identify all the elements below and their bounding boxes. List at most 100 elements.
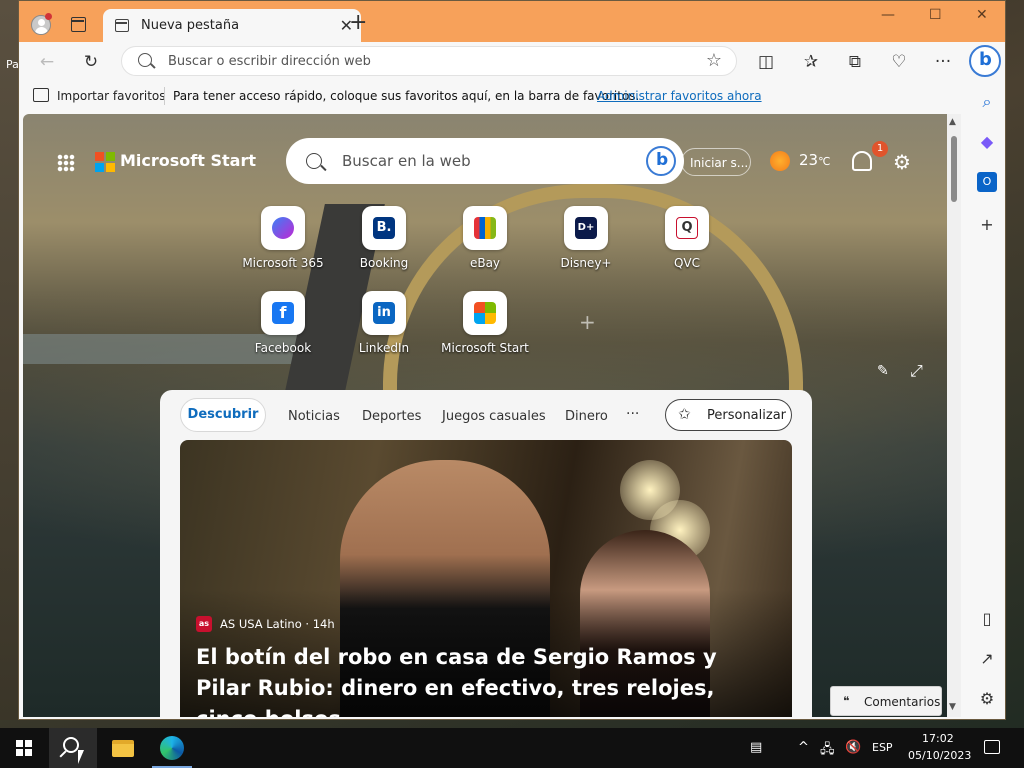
booking-icon: B. (373, 217, 395, 239)
sparkle-star-icon: ✩ (678, 405, 691, 423)
add-icon[interactable]: + (977, 215, 997, 235)
facebook-icon: f (272, 302, 294, 324)
web-search-input[interactable]: Buscar en la web (342, 152, 471, 170)
browser-essentials-icon[interactable]: ♡ (887, 50, 911, 74)
tab-new-tab[interactable]: Nueva pestaña ✕ (103, 9, 361, 42)
quick-link-label: Microsoft Start (441, 341, 529, 355)
microsoft-logo-icon (474, 302, 496, 324)
favorites-bar: Importar favoritos Para tener acceso ráp… (19, 82, 1005, 110)
refresh-icon[interactable]: ↻ (79, 50, 103, 74)
feed-tab-dinero[interactable]: Dinero (565, 409, 608, 424)
start-button-icon[interactable] (16, 740, 32, 756)
taskbar-search-button[interactable] (49, 728, 97, 768)
article-headline[interactable]: El botín del robo en casa de Sergio Ramo… (196, 642, 776, 717)
linkedin-icon: in (373, 302, 395, 324)
volume-muted-icon[interactable]: 🔇 (845, 740, 861, 755)
edge-sidebar: ⌕ ◆ O + ▯ ↗ ⚙ (967, 82, 1005, 719)
add-favorite-icon[interactable]: ☆ (706, 50, 722, 71)
mouse-cursor-icon (78, 750, 84, 764)
copilot-icon[interactable]: ◆ (977, 132, 997, 152)
tab-actions-icon[interactable] (71, 17, 86, 32)
feed-tab-juegos-casuales[interactable]: Juegos casuales (442, 409, 546, 424)
disney-plus-icon: D+ (575, 217, 597, 239)
feed-tab-descubrir[interactable]: Descubrir (180, 398, 266, 432)
scroll-up-arrow-icon[interactable]: ▲ (949, 117, 956, 127)
add-quick-link-icon[interactable]: + (579, 310, 596, 334)
feed-tab-noticias[interactable]: Noticias (288, 409, 340, 424)
weather-temperature[interactable]: 23℃ (799, 151, 830, 169)
quick-link-microsoft-start[interactable]: Microsoft Start (425, 291, 545, 355)
network-icon[interactable]: 🖧 (820, 740, 835, 762)
more-icon[interactable]: ··· (931, 50, 955, 74)
scroll-down-arrow-icon[interactable]: ▼ (949, 702, 956, 712)
ebay-icon (474, 217, 496, 239)
divider (164, 87, 165, 105)
taskbar: ▤ ^ 🖧 🔇 ESP 17:02 05/10/2023 (0, 728, 1024, 768)
close-window-button[interactable]: ✕ (976, 7, 988, 23)
navigation-toolbar: ← ↻ Buscar o escribir dirección web ☆ ◫ … (19, 42, 1005, 82)
more-tabs-icon[interactable]: ··· (626, 406, 639, 422)
clock-date[interactable]: 05/10/2023 (908, 749, 971, 762)
search-icon (63, 737, 79, 753)
scrollbar-thumb[interactable] (951, 136, 957, 202)
page-icon (115, 19, 129, 32)
clock-time[interactable]: 17:02 (922, 732, 954, 745)
microsoft-logo-icon (95, 152, 115, 172)
profile-status-dot (45, 13, 52, 20)
search-icon[interactable]: ⌕ (977, 92, 997, 112)
notifications-bell-icon[interactable] (852, 151, 872, 171)
feedback-button[interactable]: ❝ Comentarios (830, 686, 942, 716)
tab-title: Nueva pestaña (141, 18, 240, 33)
manage-favorites-link[interactable]: Administrar favoritos ahora (597, 89, 762, 103)
featured-article-card[interactable]: as AS USA Latino · 14h El botín del robo… (180, 440, 792, 717)
title-bar: Nueva pestaña ✕ + — ☐ ✕ (19, 1, 1005, 42)
app-launcher-icon[interactable] (57, 154, 75, 172)
expand-icon[interactable]: ⤢ (910, 361, 923, 381)
personalize-label: Personalizar (707, 408, 787, 423)
quick-link-qvc[interactable]: Q QVC (627, 206, 747, 270)
article-source[interactable]: AS USA Latino · 14h (220, 617, 335, 631)
bing-icon[interactable]: b (646, 146, 676, 176)
file-explorer-icon[interactable] (112, 740, 134, 757)
weather-sun-icon[interactable] (770, 151, 790, 171)
address-input[interactable]: Buscar o escribir dirección web (168, 54, 371, 69)
web-search-box[interactable]: Buscar en la web b (286, 138, 684, 184)
microsoft-start-brand[interactable]: Microsoft Start (120, 151, 256, 170)
feed-tab-deportes[interactable]: Deportes (362, 409, 421, 424)
import-icon[interactable] (33, 88, 49, 102)
sidebar-toggle-icon[interactable]: ▯ (977, 609, 997, 629)
collections-icon[interactable]: ⧉ (843, 50, 867, 74)
bing-chat-icon[interactable]: b (969, 45, 1001, 77)
feedback-icon: ❝ (843, 694, 850, 708)
browser-window: Nueva pestaña ✕ + — ☐ ✕ ← ↻ Buscar o esc… (18, 0, 1006, 720)
feedback-label: Comentarios (864, 695, 941, 709)
edge-browser-icon[interactable] (160, 736, 184, 760)
quick-link-label: QVC (673, 256, 701, 270)
split-screen-icon[interactable]: ◫ (754, 50, 778, 74)
minimize-button[interactable]: — (881, 7, 895, 23)
search-icon (138, 53, 152, 67)
settings-icon[interactable]: ⚙ (977, 689, 997, 709)
show-hidden-icons-icon[interactable]: ^ (798, 740, 809, 755)
import-favorites-button[interactable]: Importar favoritos (57, 89, 166, 103)
microsoft-365-icon (272, 217, 294, 239)
desktop-background (0, 0, 18, 720)
news-feed: Descubrir Noticias Deportes Juegos casua… (160, 390, 812, 717)
qvc-icon: Q (676, 217, 698, 239)
favorites-icon[interactable]: ✰ (799, 50, 823, 74)
news-widget-icon[interactable]: ▤ (750, 740, 762, 755)
new-tab-button[interactable]: + (349, 12, 367, 34)
page-scrollbar[interactable]: ▲ ▼ (947, 114, 961, 717)
personalize-button[interactable]: ✩ Personalizar (665, 399, 792, 431)
maximize-button[interactable]: ☐ (929, 7, 942, 23)
address-bar[interactable]: Buscar o escribir dirección web ☆ (121, 46, 737, 76)
back-icon[interactable]: ← (35, 50, 59, 74)
edit-background-icon[interactable]: ✎ (877, 363, 889, 379)
page-settings-icon[interactable]: ⚙ (893, 150, 911, 174)
favorites-info-text: Para tener acceso rápido, coloque sus fa… (173, 89, 640, 103)
open-external-icon[interactable]: ↗ (977, 649, 997, 669)
outlook-icon[interactable]: O (977, 172, 997, 192)
input-language[interactable]: ESP (872, 741, 893, 754)
sign-in-button[interactable]: Iniciar s... (681, 148, 751, 176)
notification-center-icon[interactable] (984, 740, 1000, 754)
